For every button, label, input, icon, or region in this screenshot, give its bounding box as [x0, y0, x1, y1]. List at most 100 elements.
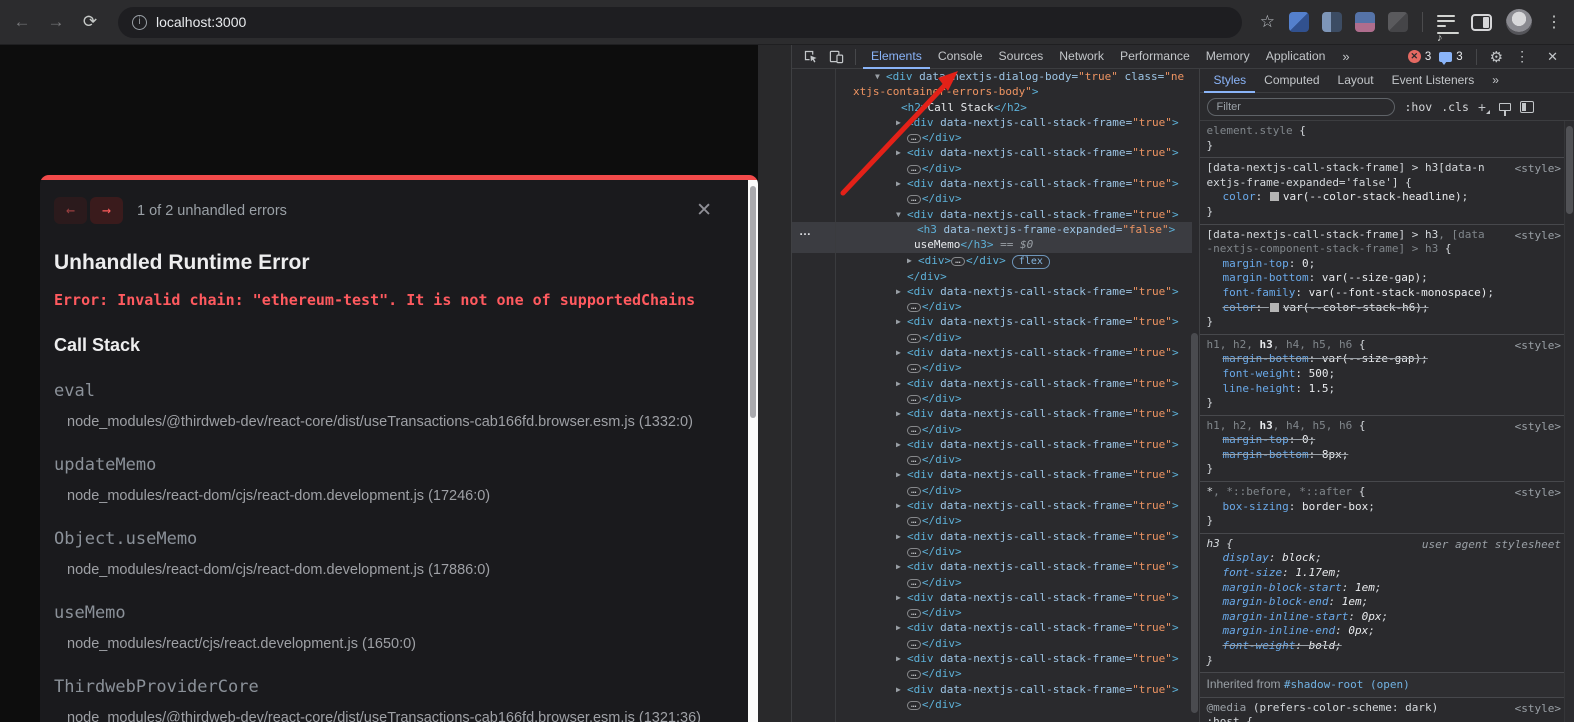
tree-row[interactable]: ▶<div data-nextjs-call-stack-frame="true… [837, 406, 1199, 421]
style-declaration[interactable]: margin-top: 0; [1206, 257, 1560, 272]
stack-frame[interactable]: updateMemonode_modules/react-dom/cjs/rea… [54, 455, 744, 504]
tree-row[interactable]: ▶<div data-nextjs-call-stack-frame="true… [837, 345, 1199, 360]
collapsed-content-icon[interactable]: … [907, 487, 921, 496]
collapsed-content-icon[interactable]: … [907, 579, 921, 588]
tree-row[interactable]: <h3 data-nextjs-frame-expanded="false"> [837, 222, 1199, 237]
styles-filter-input[interactable] [1207, 98, 1395, 116]
collapsed-content-icon[interactable]: … [907, 195, 921, 204]
flex-badge[interactable]: flex [1012, 255, 1050, 269]
toggle-classes[interactable]: .cls [1441, 100, 1469, 114]
expand-arrow-icon[interactable]: ▶ [896, 406, 907, 421]
rule-selector[interactable]: [data-nextjs-call-stack-frame] > h3[data… [1206, 161, 1560, 190]
style-declaration[interactable]: margin-bottom: 8px; [1206, 448, 1560, 463]
console-errors-badge[interactable]: ✕ 3 [1408, 50, 1431, 63]
stack-frame[interactable]: ThirdwebProviderCorenode_modules/@thirdw… [54, 677, 744, 722]
stylesheet-source-link[interactable]: <style> [1515, 162, 1561, 177]
inspect-element-icon[interactable] [798, 47, 822, 67]
style-declaration[interactable]: margin-block-start: 1em; [1206, 581, 1560, 596]
expand-arrow-icon[interactable]: ▶ [896, 651, 907, 666]
stylesheet-source-link[interactable]: <style> [1515, 420, 1561, 435]
sidebar-tab-layout[interactable]: Layout [1329, 69, 1383, 93]
devtools-tab-application[interactable]: Application [1258, 45, 1334, 69]
expand-arrow-icon[interactable]: ▶ [896, 467, 907, 482]
tree-row[interactable]: </div> [837, 269, 1199, 284]
rendering-brush-icon[interactable] [1499, 103, 1511, 111]
tree-row[interactable]: …</div> [837, 605, 1199, 620]
rule-selector[interactable]: [data-nextjs-call-stack-frame] > h3, [da… [1206, 228, 1560, 257]
expand-arrow-icon[interactable]: ▼ [896, 207, 907, 222]
devtools-menu-icon[interactable]: ⋮ [1511, 48, 1533, 65]
style-declaration[interactable]: display: block; [1206, 551, 1560, 566]
expand-arrow-icon[interactable]: ▶ [896, 620, 907, 635]
style-declaration[interactable]: font-size: 1.17em; [1206, 566, 1560, 581]
styles-scrollbar-thumb[interactable] [1566, 126, 1573, 214]
next-error-button[interactable]: → [90, 197, 123, 224]
tree-row[interactable]: ▶<div data-nextjs-call-stack-frame="true… [837, 620, 1199, 635]
style-declaration[interactable]: margin-inline-start: 0px; [1206, 610, 1560, 625]
collapsed-content-icon[interactable]: … [951, 257, 965, 266]
tree-row[interactable]: ▶<div data-nextjs-call-stack-frame="true… [837, 590, 1199, 605]
devtools-tab-console[interactable]: Console [930, 45, 991, 69]
collapsed-content-icon[interactable]: … [907, 426, 921, 435]
tree-row[interactable]: ▶<div data-nextjs-call-stack-frame="true… [837, 651, 1199, 666]
tree-row[interactable]: …</div> [837, 391, 1199, 406]
node-options-icon[interactable]: … [799, 224, 812, 238]
collapsed-content-icon[interactable]: … [907, 134, 921, 143]
tree-row[interactable]: useMemo</h3> == $0 [837, 237, 1199, 252]
tree-row[interactable]: …</div> [837, 360, 1199, 375]
collapsed-content-icon[interactable]: … [907, 609, 921, 618]
collapsed-content-icon[interactable]: … [907, 456, 921, 465]
new-style-rule-icon[interactable]: + [1478, 101, 1490, 113]
expand-arrow-icon[interactable]: ▶ [896, 437, 907, 452]
sidebar-more-tabs-icon[interactable]: » [1483, 69, 1508, 93]
tree-row[interactable]: ▶<div>…</div>flex [837, 253, 1199, 269]
collapsed-content-icon[interactable]: … [907, 701, 921, 710]
console-messages-badge[interactable]: 3 [1439, 51, 1462, 63]
sidebar-tab-event-listeners[interactable]: Event Listeners [1383, 69, 1484, 93]
devtools-tab-network[interactable]: Network [1051, 45, 1112, 69]
style-declaration[interactable]: color: var(--color-stack-headline); [1206, 190, 1560, 205]
expand-arrow-icon[interactable]: ▶ [896, 498, 907, 513]
collapsed-content-icon[interactable]: … [907, 670, 921, 679]
stylesheet-source-link[interactable]: <style> [1515, 339, 1561, 354]
url-bar[interactable]: i localhost:3000 [118, 7, 1242, 38]
computed-sidebar-toggle-icon[interactable] [1520, 101, 1534, 113]
style-declaration[interactable]: margin-top: 0; [1206, 433, 1560, 448]
shadow-root-link[interactable]: #shadow-root (open) [1284, 678, 1410, 691]
media-controls-icon[interactable]: ♪ [1437, 14, 1457, 30]
expand-arrow-icon[interactable]: ▶ [907, 253, 918, 268]
style-declaration[interactable]: font-weight: bold; [1206, 639, 1560, 654]
rule-selector[interactable]: :host { [1206, 715, 1560, 722]
collapsed-content-icon[interactable]: … [907, 517, 921, 526]
color-swatch[interactable] [1270, 303, 1279, 312]
expand-arrow-icon[interactable]: ▶ [896, 682, 907, 697]
stylesheet-source-link[interactable]: <style> [1515, 702, 1561, 717]
url-text[interactable]: localhost:3000 [156, 14, 246, 30]
sidebar-tab-computed[interactable]: Computed [1255, 69, 1328, 93]
tree-row[interactable]: …</div> [837, 299, 1199, 314]
extension-icon-2[interactable] [1322, 12, 1342, 32]
tree-row[interactable]: ▼<div data-nextjs-call-stack-frame="true… [837, 207, 1199, 222]
expand-arrow-icon[interactable]: ▼ [875, 69, 886, 84]
profile-avatar[interactable] [1506, 9, 1532, 35]
devtools-tab-performance[interactable]: Performance [1112, 45, 1198, 69]
tree-row[interactable]: …</div> [837, 422, 1199, 437]
style-declaration[interactable]: margin-inline-end: 0px; [1206, 624, 1560, 639]
forward-icon[interactable]: → [46, 12, 66, 32]
collapsed-content-icon[interactable]: … [907, 364, 921, 373]
browser-menu-icon[interactable]: ⋮ [1546, 12, 1562, 32]
rule-selector[interactable]: element.style { [1206, 124, 1560, 139]
devtools-settings-icon[interactable]: ⚙ [1490, 48, 1503, 66]
elements-scrollbar-thumb[interactable] [1191, 333, 1198, 713]
devtools-tab-memory[interactable]: Memory [1198, 45, 1258, 69]
tree-row[interactable]: ▶<div data-nextjs-call-stack-frame="true… [837, 437, 1199, 452]
tree-row[interactable]: ▶<div data-nextjs-call-stack-frame="true… [837, 682, 1199, 697]
expand-arrow-icon[interactable]: ▶ [896, 559, 907, 574]
collapsed-content-icon[interactable]: … [907, 165, 921, 174]
expand-arrow-icon[interactable]: ▶ [896, 590, 907, 605]
style-declaration[interactable]: margin-bottom: var(--size-gap); [1206, 271, 1560, 286]
bookmark-star-icon[interactable]: ☆ [1260, 12, 1275, 32]
tree-row[interactable]: ▶<div data-nextjs-call-stack-frame="true… [837, 145, 1199, 160]
tree-row[interactable]: ▶<div data-nextjs-call-stack-frame="true… [837, 314, 1199, 329]
more-tabs-icon[interactable]: » [1335, 49, 1356, 64]
